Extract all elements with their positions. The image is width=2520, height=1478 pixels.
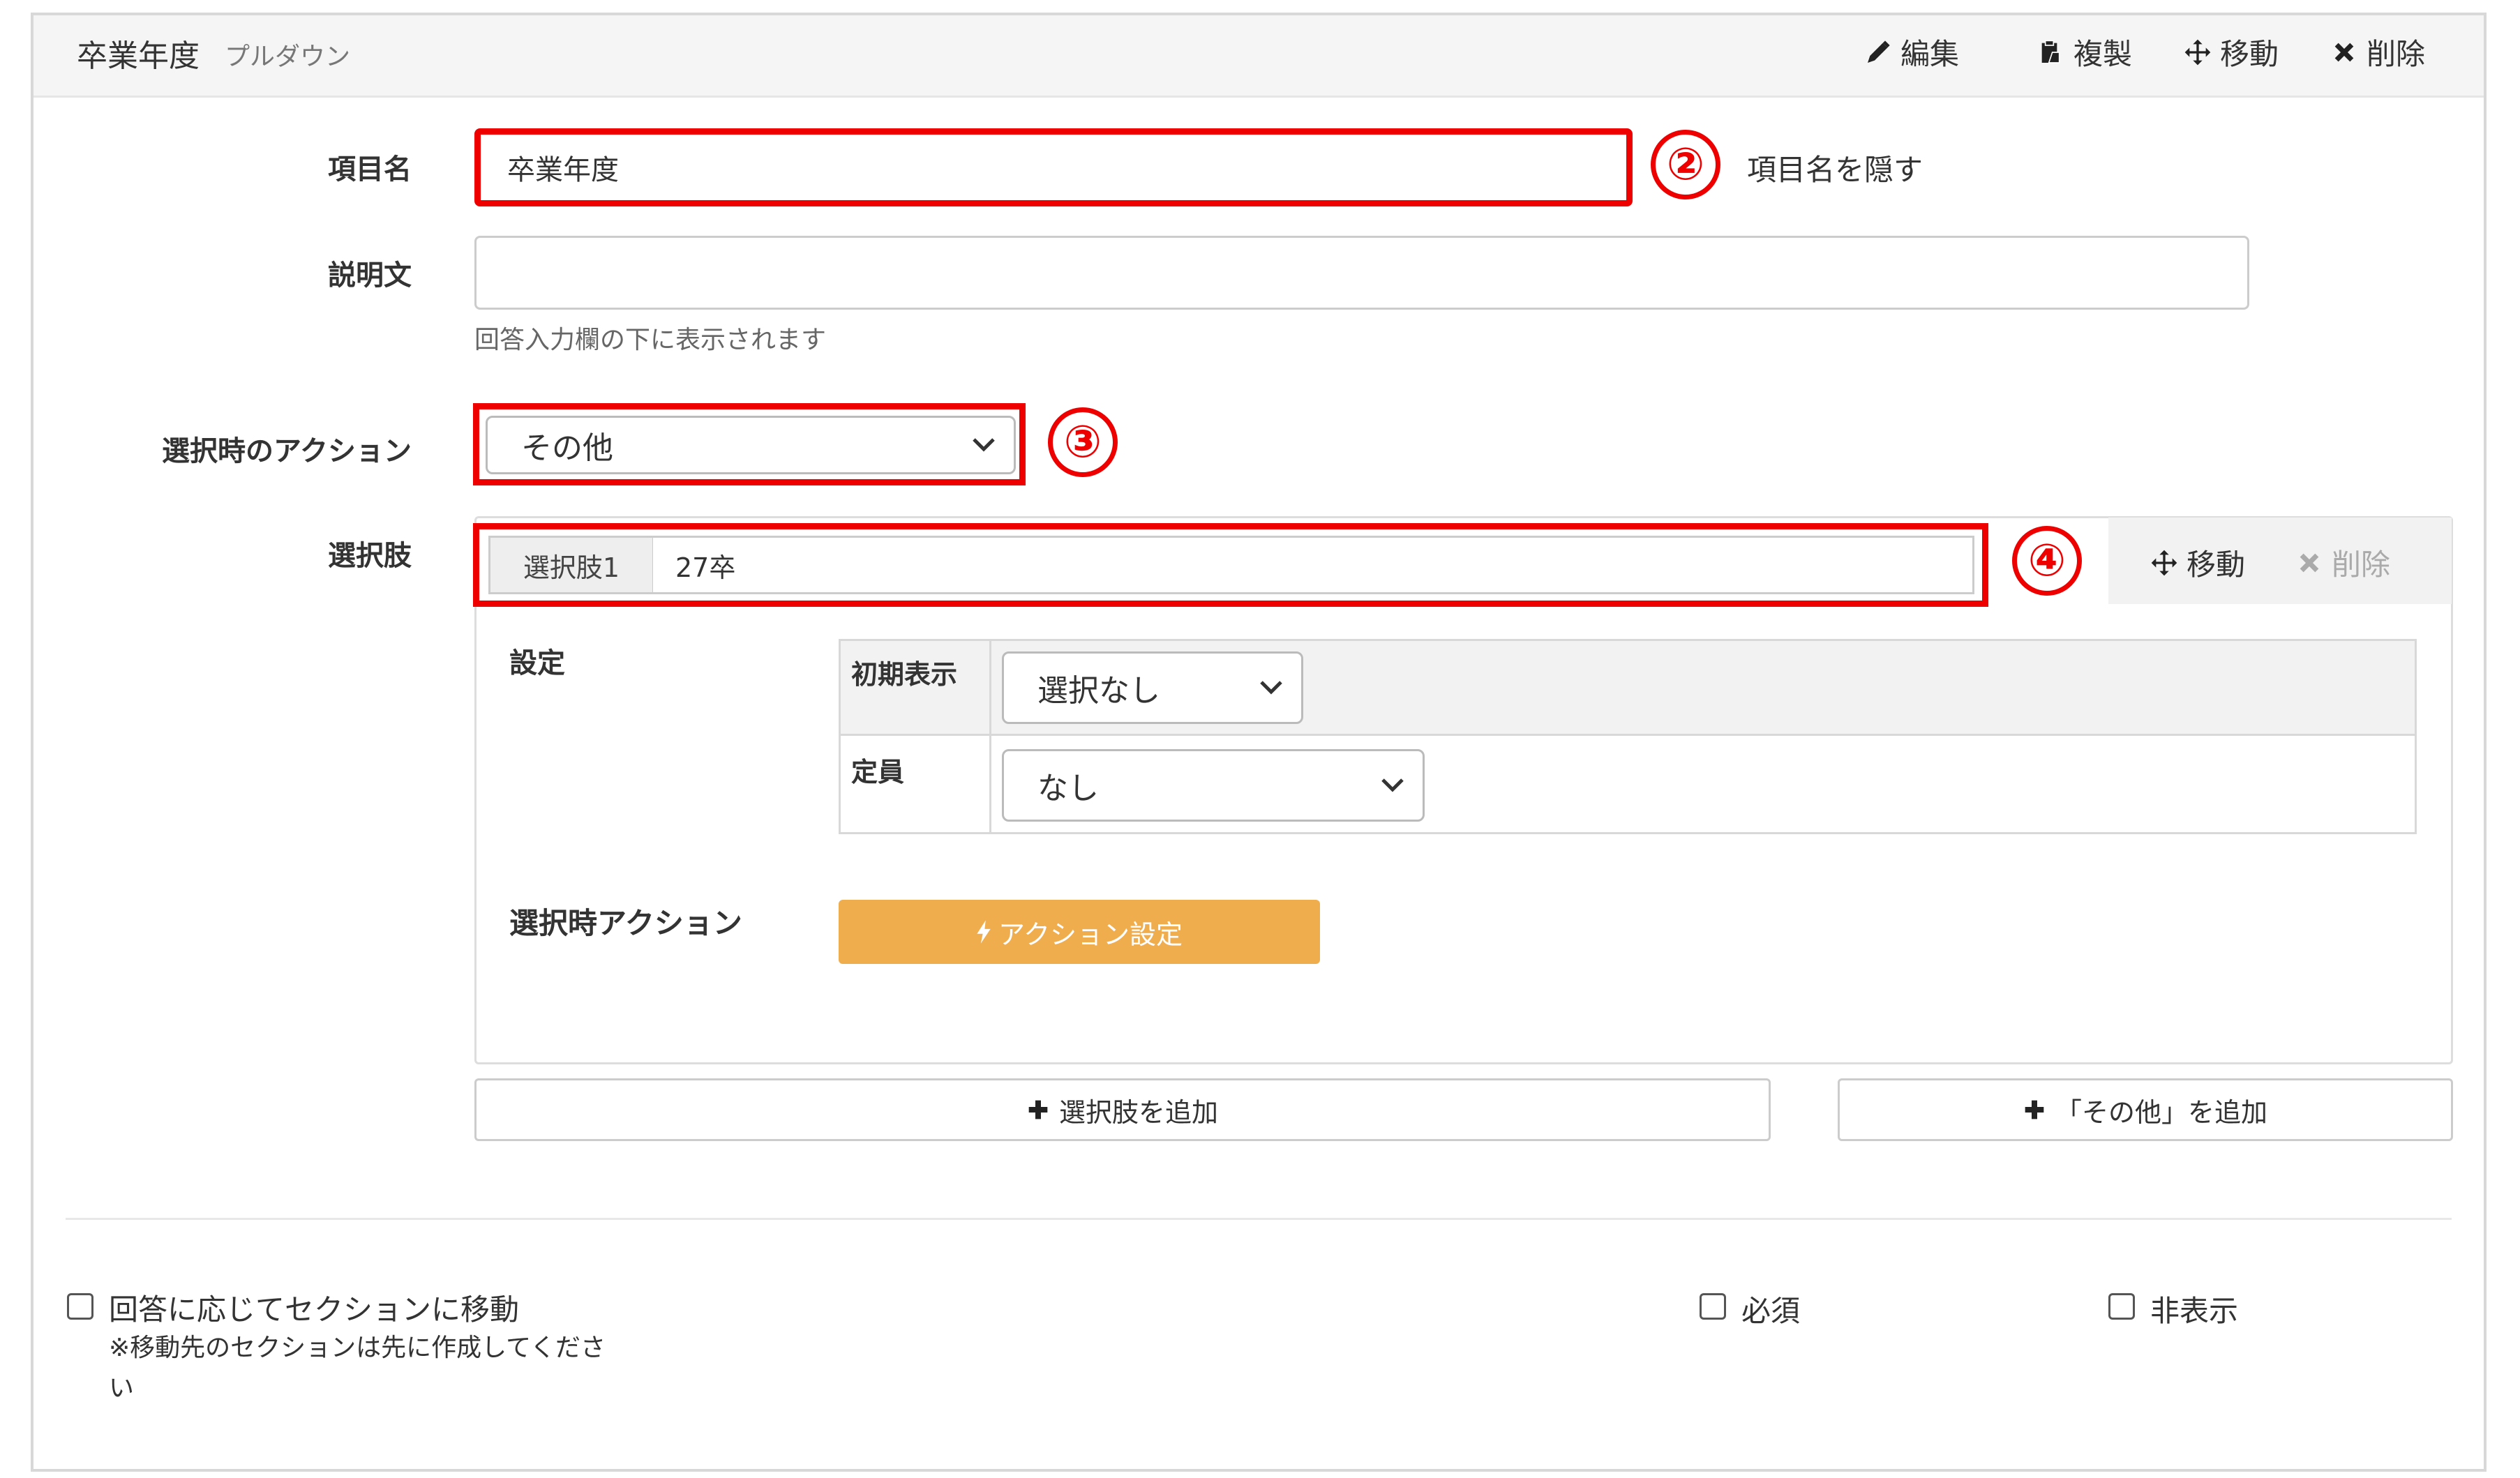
pencil-icon — [1868, 40, 1890, 63]
edit-label: 編集 — [1900, 37, 1960, 71]
choice-delete-label: 削除 — [2332, 548, 2391, 582]
choices-label: 選択肢 — [328, 540, 412, 572]
choice-value: 27卒 — [675, 552, 736, 583]
item-name-value: 卒業年度 — [507, 154, 619, 186]
move-button[interactable]: 移動 — [2184, 31, 2279, 73]
choice-tag: 選択肢1 — [488, 536, 654, 594]
footer-divider — [66, 1218, 2452, 1220]
close-icon — [2334, 43, 2354, 61]
choice-move-button[interactable]: 移動 — [2150, 541, 2245, 584]
edit-button[interactable]: 編集 — [1864, 31, 1959, 73]
required-label: 必須 — [1741, 1294, 1801, 1328]
choice-delete-button[interactable]: 削除 — [2295, 541, 2390, 584]
field-title: 卒業年度 — [77, 38, 200, 74]
close-icon — [2300, 553, 2319, 572]
move-arrows-icon — [2151, 550, 2177, 575]
capacity-value: なし — [1037, 771, 1099, 806]
plus-icon — [1028, 1100, 1048, 1119]
add-other-button[interactable]: 「その他」を追加 — [1838, 1078, 2453, 1141]
chevron-down-icon — [1381, 778, 1404, 792]
add-choice-button[interactable]: 選択肢を追加 — [474, 1078, 1771, 1141]
section-move-note: ※移動先のセクションは先に作成してください — [109, 1334, 606, 1403]
capacity-label: 定員 — [851, 757, 905, 787]
section-move-label: 回答に応じてセクションに移動 — [109, 1292, 520, 1327]
initial-display-label: 初期表示 — [851, 659, 958, 690]
action-settings-button[interactable]: アクション設定 — [839, 900, 1320, 964]
description-help-text: 回答入力欄の下に表示されます — [474, 326, 827, 354]
item-name-label: 項目名 — [328, 153, 412, 186]
duplicate-button[interactable]: 複製 — [2037, 31, 2132, 73]
action-on-select-label: 選択時のアクション — [162, 435, 412, 467]
initial-display-value: 選択なし — [1037, 673, 1160, 709]
initial-display-dropdown[interactable]: 選択なし — [1002, 651, 1303, 724]
action-on-select-value: その他 — [521, 430, 613, 466]
lightning-bolt-icon — [977, 920, 991, 944]
annotation-marker-3: ③ — [1048, 407, 1118, 477]
hidden-checkbox[interactable] — [2108, 1293, 2135, 1320]
field-type-subtitle: プルダウン — [225, 43, 351, 71]
delete-button[interactable]: 削除 — [2330, 31, 2425, 73]
section-move-checkbox[interactable] — [67, 1293, 93, 1320]
description-label: 説明文 — [328, 259, 412, 292]
settings-label: 設定 — [509, 647, 565, 679]
annotation-marker-4: ④ — [2012, 526, 2082, 596]
settings-divider — [989, 641, 991, 832]
move-label: 移動 — [2220, 37, 2279, 71]
duplicate-label: 複製 — [2073, 37, 2133, 71]
action-on-select-dropdown[interactable]: その他 — [486, 416, 1016, 474]
add-other-label: 「その他」を追加 — [2055, 1096, 2267, 1128]
chevron-down-icon — [1260, 681, 1282, 695]
add-choice-label: 選択肢を追加 — [1058, 1096, 1218, 1128]
clipboard-icon — [2041, 40, 2060, 63]
action-settings-label: アクション設定 — [998, 919, 1183, 950]
choice-move-label: 移動 — [2187, 548, 2246, 582]
item-name-input[interactable]: 卒業年度 — [474, 128, 1633, 206]
hide-item-name-toggle[interactable]: 項目名を隠す — [1747, 146, 1923, 189]
hidden-label: 非表示 — [2150, 1294, 2239, 1328]
capacity-dropdown[interactable]: なし — [1002, 749, 1425, 822]
chevron-down-icon — [973, 438, 995, 452]
required-checkbox[interactable] — [1700, 1293, 1726, 1320]
annotation-marker-2: ② — [1651, 130, 1720, 199]
plus-icon — [2025, 1100, 2044, 1119]
description-input[interactable] — [474, 236, 2249, 310]
move-arrows-icon — [2184, 39, 2211, 65]
choice-value-input[interactable]: 27卒 — [653, 536, 1974, 594]
delete-label: 削除 — [2367, 37, 2426, 71]
choice-action-label: 選択時アクション — [509, 906, 742, 940]
